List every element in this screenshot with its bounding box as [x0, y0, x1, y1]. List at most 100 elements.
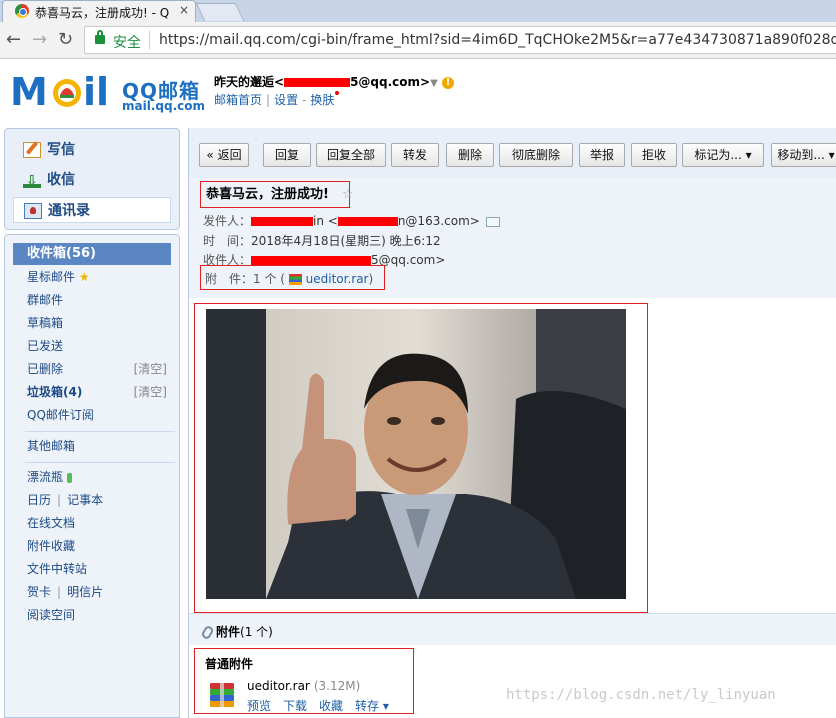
write-label: 写信 — [47, 142, 75, 158]
pencil-icon — [23, 142, 41, 158]
mail-header: M il QQ邮箱 mail.qq.com 昨天的邂逅< 5@qq.com>▼ !… — [0, 59, 836, 125]
app-online-docs[interactable]: 在线文档 — [13, 512, 171, 534]
url-input[interactable]: 安全 https://mail.qq.com/cgi-bin/frame_htm… — [84, 26, 836, 54]
sender-name[interactable]: in < — [313, 214, 338, 228]
account-name[interactable]: 昨天的邂逅< 5@qq.com>▼ ! — [214, 73, 454, 90]
address-bar: ← → ↻ 安全 https://mail.qq.com/cgi-bin/fra… — [0, 22, 836, 59]
folder-other-mailboxes[interactable]: 其他邮箱 — [13, 435, 171, 457]
reject-button[interactable]: 拒收 — [631, 143, 677, 167]
paperclip-icon — [200, 624, 215, 641]
divider: | — [266, 93, 271, 107]
app-postcards[interactable]: 明信片 — [67, 585, 103, 599]
notification-dot — [335, 91, 340, 95]
time-row: 时 间：2018年4月18日(星期三) 晚上6:12 — [203, 232, 441, 249]
sender-row: 发件人： in < n@163.com> — [203, 212, 500, 229]
folder-inbox[interactable]: 收件箱(56) — [13, 243, 171, 265]
link-settings[interactable]: 设置 — [274, 93, 298, 107]
rar-file-icon[interactable] — [209, 681, 235, 709]
contacts-icon — [24, 203, 42, 219]
receive-label: 收信 — [47, 172, 75, 188]
contacts-button[interactable]: 通讯录 — [13, 197, 171, 223]
link-skin[interactable]: 换肤 — [310, 93, 334, 107]
report-button[interactable]: 举报 — [579, 143, 625, 167]
app-attachment-favorites[interactable]: 附件收藏 — [13, 535, 171, 557]
permanent-delete-button[interactable]: 彻底删除 — [499, 143, 573, 167]
folder-sent[interactable]: 已发送 — [13, 335, 171, 357]
secure-label: 安全 — [113, 35, 141, 51]
reply-all-button[interactable]: 回复全部 — [316, 143, 386, 167]
mail-logo-icon[interactable]: M il — [10, 71, 120, 111]
folder-deleted[interactable]: 已删除 [清空] — [13, 358, 171, 380]
star-icon[interactable]: ☆ — [342, 187, 354, 202]
account-suffix: 5@qq.com> — [350, 75, 431, 89]
svg-text:il: il — [83, 71, 109, 111]
redacted-block — [284, 78, 351, 87]
receive-mail-button[interactable]: 收信 — [13, 167, 171, 194]
app-calendar-notes: 日历 | 记事本 — [13, 489, 171, 511]
mail-meta: 恭喜马云，注册成功! ☆ 发件人： in < n@163.com> 时 间：2018… — [189, 178, 836, 298]
save-to-dropdown[interactable]: 转存 ▾ — [355, 699, 389, 713]
app-drift-bottle[interactable]: 漂流瓶 — [13, 466, 171, 488]
clear-spam-link[interactable]: [清空] — [134, 381, 167, 403]
collect-link[interactable]: 收藏 — [319, 699, 343, 713]
clear-deleted-link[interactable]: [清空] — [134, 358, 167, 380]
folder-drafts[interactable]: 草稿箱 — [13, 312, 171, 334]
preview-link[interactable]: 预览 — [247, 699, 271, 713]
attachment-actions: 预览 下载 收藏 转存 ▾ — [247, 697, 401, 714]
app-label: 漂流瓶 — [27, 470, 64, 484]
attachment-link[interactable]: ueditor.rar — [306, 272, 369, 286]
back-arrow-icon[interactable]: ← — [6, 30, 21, 50]
header-links: 邮箱首页 | 设置 - 换肤 — [214, 91, 340, 108]
bottle-icon — [67, 472, 73, 483]
move-to-dropdown[interactable]: 移动到... ▾ — [771, 143, 836, 167]
browser-tab[interactable]: 恭喜马云，注册成功! - Q × — [2, 0, 196, 22]
folder-starred[interactable]: 星标邮件 ★ — [13, 266, 171, 288]
attachments-title: 附件(1 个) — [200, 623, 273, 641]
url-text[interactable]: https://mail.qq.com/cgi-bin/frame_html?s… — [159, 32, 836, 48]
mail-view: « 返回 回复 回复全部 转发 删除 彻底删除 举报 拒收 标记为... ▾ 移… — [188, 128, 836, 718]
forward-arrow-icon[interactable]: → — [32, 30, 47, 50]
folder-spam[interactable]: 垃圾箱(4) [清空] — [13, 381, 171, 403]
caret-down-icon[interactable]: ▼ — [430, 78, 438, 89]
attachment-file: ueditor.rar (3.12M) — [247, 679, 360, 693]
folder-subscriptions[interactable]: QQ邮件订阅 — [13, 404, 171, 426]
new-tab-button[interactable] — [195, 3, 245, 21]
attachment-close: ) — [368, 272, 374, 286]
attachment-summary: 附 件：1 个 ( ueditor.rar) — [205, 270, 373, 287]
url-divider — [149, 31, 150, 49]
app-file-transfer[interactable]: 文件中转站 — [13, 558, 171, 580]
app-reading-space[interactable]: 阅读空间 — [13, 604, 171, 626]
chrome-favicon-icon — [15, 4, 29, 18]
app-cards: 贺卡 | 明信片 — [13, 581, 171, 603]
reload-icon[interactable]: ↻ — [58, 30, 73, 50]
mail-subject: 恭喜马云，注册成功! — [200, 181, 350, 208]
back-button[interactable]: « 返回 — [199, 143, 249, 167]
app-greeting-cards[interactable]: 贺卡 — [27, 585, 51, 599]
app-calendar[interactable]: 日历 — [27, 493, 51, 507]
mark-as-dropdown[interactable]: 标记为... ▾ — [682, 143, 764, 167]
quick-actions: 写信 收信 通讯录 — [4, 128, 180, 230]
attachments-label: 附件 — [216, 625, 241, 639]
vcard-icon[interactable] — [485, 216, 500, 227]
link-mail-home[interactable]: 邮箱首页 — [214, 93, 262, 107]
warning-icon[interactable]: ! — [441, 76, 454, 89]
account-prefix: 昨天的邂逅< — [214, 75, 285, 89]
folder-groups[interactable]: 群邮件 — [13, 289, 171, 311]
attachment-type: 普通附件 — [205, 657, 254, 671]
attachment-label: 附 件： — [205, 272, 254, 286]
write-mail-button[interactable]: 写信 — [13, 137, 171, 163]
lock-icon — [95, 30, 105, 44]
divider: | — [57, 493, 62, 507]
close-tab-icon[interactable]: × — [179, 3, 189, 17]
delete-button[interactable]: 删除 — [446, 143, 494, 167]
forward-button[interactable]: 转发 — [391, 143, 439, 167]
time-label: 时 间： — [203, 234, 252, 248]
download-link[interactable]: 下载 — [283, 699, 307, 713]
time-value: 2018年4月18日(星期三) 晚上6:12 — [251, 234, 441, 248]
attachments-header: 附件(1 个) — [189, 613, 836, 645]
file-name[interactable]: ueditor.rar — [247, 679, 310, 693]
reply-button[interactable]: 回复 — [263, 143, 311, 167]
app-notes[interactable]: 记事本 — [67, 493, 103, 507]
sender-email: n@163.com> — [397, 214, 480, 228]
file-size: (3.12M) — [313, 679, 361, 693]
